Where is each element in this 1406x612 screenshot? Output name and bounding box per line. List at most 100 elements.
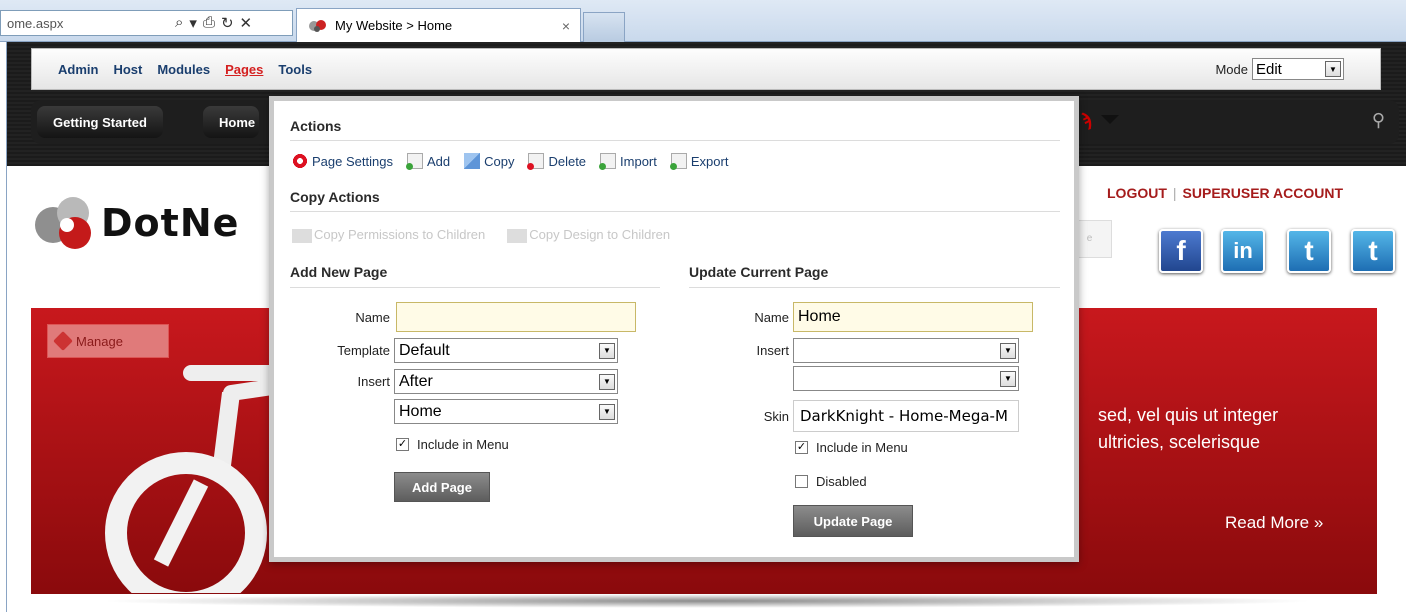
site-logo[interactable]: DotNe [31,187,239,259]
page-settings-action[interactable]: Page Settings [292,153,393,169]
copy-permissions-label: Copy Permissions to Children [314,227,486,242]
twitter-icon[interactable]: t [1287,229,1331,273]
search-icon[interactable]: ⌕ [175,14,183,32]
copy-design-label: Copy Design to Children [529,227,671,242]
mode-select[interactable]: Edit ▼ [1252,58,1344,80]
link-separator: | [1172,185,1177,201]
browser-tab-bar: ome.aspx ⌕ ▾ ⎙ ↻ ✕ My Website > Home × [0,0,1406,42]
logout-link[interactable]: LOGOUT [1107,185,1167,201]
update-insert-page-row: ▼ [793,366,1019,391]
mode-value: Edit [1256,60,1282,78]
disabled-checkbox[interactable] [795,475,808,488]
add-name-label: Name [355,309,390,325]
delete-page-icon [527,153,545,170]
stop-icon[interactable]: ✕ [240,14,253,32]
menu-pages[interactable]: Pages [225,62,263,77]
linkedin-icon[interactable]: in [1221,229,1265,273]
update-page-button[interactable]: Update Page [793,505,913,537]
add-template-row: Template Default ▼ [290,338,618,363]
banner-text-line-2: ultricies, scelerisque [1098,432,1261,452]
skin-select[interactable]: DarkKnight - Home-Mega-M [793,400,1019,432]
update-name-label: Name [754,309,789,325]
insert-page-value: Home [399,402,442,420]
control-menu: Admin Host Modules Pages Tools [32,62,312,77]
copy-permissions-icon [292,228,312,243]
facebook-icon[interactable]: f [1159,229,1203,273]
update-insert-position-select[interactable]: ▼ [793,338,1019,363]
superuser-account-link[interactable]: SUPERUSER ACCOUNT [1183,185,1344,201]
tab-title: My Website > Home [335,18,453,33]
menu-modules[interactable]: Modules [157,62,210,77]
compatibility-icon[interactable]: ⎙ [203,14,215,32]
divider [689,287,1060,288]
nav-item-getting-started[interactable]: Getting Started [37,106,163,138]
copy-page-icon [464,153,481,169]
chevron-down-icon[interactable]: ▼ [599,403,615,420]
divider [290,287,660,288]
menu-tools[interactable]: Tools [278,62,312,77]
menu-admin[interactable]: Admin [58,62,98,77]
close-tab-icon[interactable]: × [562,18,570,34]
search-icon[interactable]: ⚲ [1372,110,1385,131]
add-name-input[interactable] [396,302,636,332]
pencil-icon [53,331,73,351]
template-select[interactable]: Default ▼ [394,338,618,363]
copy-actions-heading: Copy Actions [290,189,380,205]
banner-text: sed, vel quis ut integer ultricies, scel… [1098,402,1278,456]
disabled-label: Disabled [816,474,867,489]
chevron-down-icon[interactable]: ▼ [599,373,615,390]
divider [290,211,1060,212]
insert-position-value: After [399,372,433,390]
add-insert-page-row: Home ▼ [394,399,618,424]
new-tab-button[interactable] [583,12,625,42]
manage-label: Manage [76,333,123,349]
address-bar[interactable]: ome.aspx ⌕ ▾ ⎙ ↻ ✕ [0,10,293,36]
skin-row: Skin DarkKnight - Home-Mega-M [689,400,1019,432]
copy-action[interactable]: Copy [464,153,514,169]
site-logo-icon [309,19,326,32]
page-settings-label: Page Settings [312,153,393,169]
address-text[interactable]: ome.aspx [1,16,171,31]
disabled-row: Disabled [795,474,867,489]
export-label: Export [690,153,729,169]
page-settings-icon [292,153,308,169]
user-links: LOGOUT | SUPERUSER ACCOUNT [1107,185,1343,201]
update-include-in-menu-label: Include in Menu [816,440,908,455]
dropdown-icon[interactable]: ▾ [189,14,197,32]
update-insert-page-select[interactable]: ▼ [793,366,1019,391]
template-label: Template [337,343,390,358]
divider [290,140,1060,141]
actions-heading: Actions [290,118,342,134]
add-page-button[interactable]: Add Page [394,472,490,502]
import-action[interactable]: Import [599,153,657,170]
copy-actions-toolbar: Copy Permissions to Children Copy Design… [292,227,670,243]
twitter-icon-2[interactable]: t [1351,229,1395,273]
read-more-link[interactable]: Read More » [1225,513,1323,533]
chevron-down-icon[interactable]: ▼ [1000,342,1016,359]
add-action[interactable]: Add [405,153,450,170]
manage-button[interactable]: Manage [47,324,169,358]
banner-shadow [97,594,1317,608]
chevron-down-icon[interactable]: ▼ [1325,61,1341,77]
delete-action[interactable]: Delete [527,153,586,170]
include-in-menu-checkbox[interactable]: ✓ [396,438,409,451]
nav-item-home[interactable]: Home [203,106,260,138]
insert-page-select[interactable]: Home ▼ [394,399,618,424]
update-name-row: Name Home [689,302,1033,332]
insert-position-select[interactable]: After ▼ [394,369,618,394]
chevron-down-icon[interactable]: ▼ [1000,370,1016,387]
browser-tab[interactable]: My Website > Home × [296,8,581,42]
import-label: Import [620,153,657,169]
menu-host[interactable]: Host [113,62,142,77]
update-name-input[interactable]: Home [793,302,1033,332]
update-include-menu-row: ✓ Include in Menu [795,440,908,455]
mode-control: Mode Edit ▼ [1215,58,1344,80]
chevron-down-icon[interactable]: ▼ [599,342,615,359]
nav-logo-icon: ϡ [1081,110,1092,130]
add-page-icon [405,153,423,170]
refresh-icon[interactable]: ↻ [221,14,234,32]
import-page-icon [599,153,617,170]
update-include-in-menu-checkbox[interactable]: ✓ [795,441,808,454]
export-action[interactable]: Export [669,153,729,170]
template-value: Default [399,341,450,359]
